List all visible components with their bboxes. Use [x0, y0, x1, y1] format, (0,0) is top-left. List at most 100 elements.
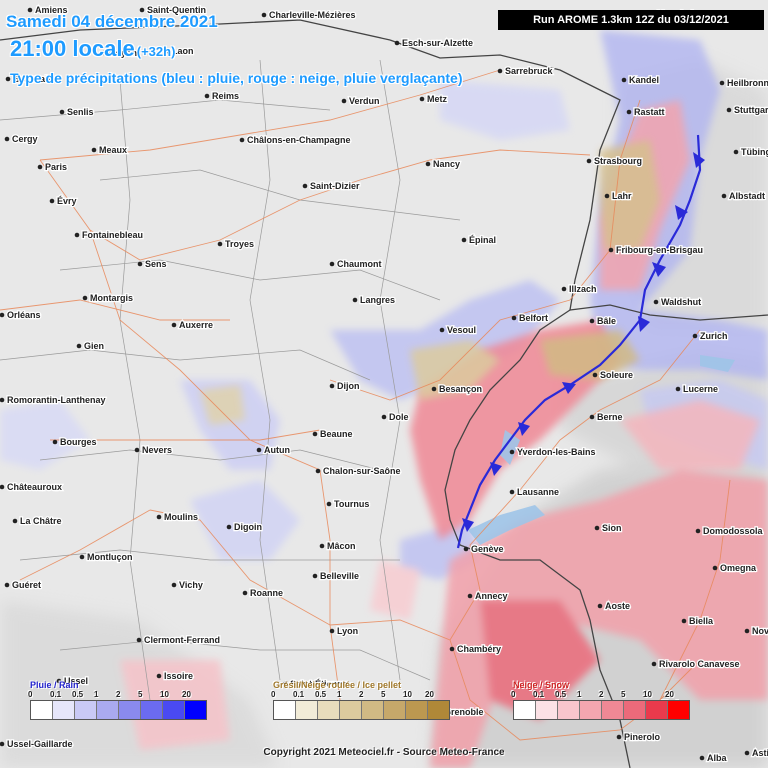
city-marker	[419, 96, 425, 102]
rain-tick-label: 0.5	[72, 690, 84, 699]
rain-swatch	[31, 701, 53, 719]
city-label: Belfort	[519, 313, 548, 323]
rain-tick-label: 2	[116, 690, 121, 699]
city-marker	[463, 546, 469, 552]
city-label: Bâle	[597, 316, 616, 326]
city-label: Évry	[57, 196, 77, 206]
city-label: Tournus	[334, 499, 369, 509]
city-marker	[589, 414, 595, 420]
snow-swatch	[624, 701, 646, 719]
city-label: Novara	[752, 626, 768, 636]
city-label: Rivarolo Canavese	[659, 659, 740, 669]
city-label: Saint-Dizier	[310, 181, 360, 191]
city-marker	[616, 734, 622, 740]
rain-tick-label: 20	[182, 690, 191, 699]
city-marker	[381, 414, 387, 420]
city-marker	[242, 590, 248, 596]
snow-legend-title: Neige / Snow	[513, 680, 570, 690]
city-label: Lahr	[612, 191, 632, 201]
snow-swatch	[536, 701, 558, 719]
city-label: Sarrebruck	[505, 66, 554, 76]
city-label: Verdun	[349, 96, 380, 106]
city-marker	[621, 77, 627, 83]
city-marker	[315, 468, 321, 474]
city-label: Metz	[427, 94, 447, 104]
ice-tick-label: 10	[403, 690, 412, 699]
city-label: Senlis	[67, 107, 94, 117]
city-label: Genève	[471, 544, 504, 554]
city-marker	[91, 147, 97, 153]
city-label: Dijon	[337, 381, 360, 391]
city-label: Berne	[597, 412, 623, 422]
ice-tick-label: 0	[271, 690, 276, 699]
city-marker	[497, 68, 503, 74]
ice-tick-label: 5	[381, 690, 386, 699]
snow-tick-label: 0.5	[555, 690, 567, 699]
city-marker	[509, 449, 515, 455]
city-marker	[79, 554, 85, 560]
rain-legend-ticks: 0 0.1 0.5 1 2 5 10 20	[28, 690, 207, 700]
city-marker	[681, 618, 687, 624]
city-marker	[594, 525, 600, 531]
snow-tick-label: 2	[599, 690, 604, 699]
rain-legend-title: Pluie / Rain	[30, 680, 79, 690]
city-label: Waldshut	[661, 297, 701, 307]
city-marker	[82, 295, 88, 301]
city-label: Aoste	[605, 601, 630, 611]
city-label: Meaux	[99, 145, 127, 155]
city-marker	[449, 646, 455, 652]
ice-tick-label: 0.1	[293, 690, 305, 699]
city-marker	[226, 524, 232, 530]
city-marker	[511, 315, 517, 321]
city-marker	[461, 237, 467, 243]
city-label: Fontainebleau	[82, 230, 143, 240]
city-label: Châteauroux	[7, 482, 62, 492]
rain-swatch	[185, 701, 206, 719]
city-marker	[651, 661, 657, 667]
rain-legend-bar	[30, 700, 207, 720]
city-marker	[721, 193, 727, 199]
city-marker	[171, 582, 177, 588]
city-label: Sens	[145, 259, 167, 269]
city-label: Tübingen	[741, 147, 768, 157]
city-marker	[329, 383, 335, 389]
city-marker	[49, 198, 55, 204]
snow-swatch	[646, 701, 668, 719]
city-label: Troyes	[225, 239, 254, 249]
city-marker	[136, 637, 142, 643]
snow-swatch	[668, 701, 689, 719]
snow-tick-label: 10	[643, 690, 652, 699]
city-label: Orléans	[7, 310, 41, 320]
precipitation-type-caption: Type de précipitations (bleu : pluie, ro…	[10, 70, 463, 86]
city-marker	[204, 93, 210, 99]
city-label: Épinal	[469, 235, 496, 245]
city-marker	[589, 318, 595, 324]
city-marker	[561, 286, 567, 292]
copyright-notice: Copyright 2021 Meteociel.fr - Source Met…	[263, 747, 505, 758]
rain-swatch	[97, 701, 119, 719]
city-label: Strasbourg	[594, 156, 642, 166]
city-marker	[37, 164, 43, 170]
snow-swatch	[602, 701, 624, 719]
city-marker	[744, 628, 750, 634]
city-label: Nevers	[142, 445, 172, 455]
city-marker	[719, 80, 725, 86]
city-marker	[467, 593, 473, 599]
city-label: Lucerne	[683, 384, 718, 394]
forecast-lead-time: (+32h)	[136, 44, 176, 59]
city-marker	[52, 439, 58, 445]
city-marker	[439, 327, 445, 333]
snow-swatch	[558, 701, 580, 719]
city-label: Domodossola	[703, 526, 764, 536]
city-label: Kandel	[629, 75, 659, 85]
city-marker	[319, 543, 325, 549]
rain-swatch	[53, 701, 75, 719]
city-label: Moulins	[164, 512, 198, 522]
city-label: Nancy	[433, 159, 460, 169]
snow-tick-label: 0.1	[533, 690, 545, 699]
city-label: Chambéry	[457, 644, 501, 654]
ice-swatch	[362, 701, 384, 719]
city-label: Chaumont	[337, 259, 382, 269]
city-label: Montluçon	[87, 552, 133, 562]
city-marker	[256, 447, 262, 453]
